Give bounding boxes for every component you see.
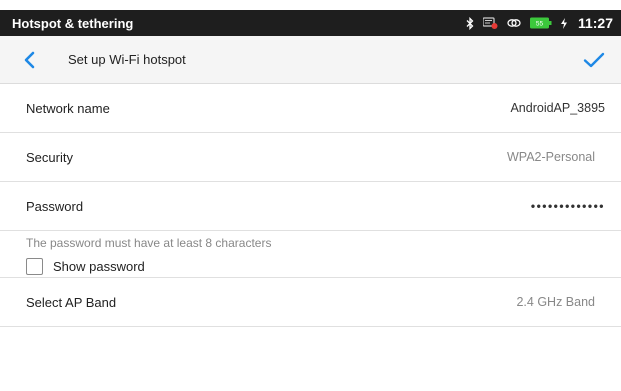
confirm-button[interactable] xyxy=(579,45,609,75)
signal-alert-icon xyxy=(482,17,498,29)
hotspot-icon xyxy=(507,17,521,29)
charging-icon xyxy=(560,17,567,29)
password-value: ••••••••••••• xyxy=(530,199,605,213)
status-bar-title: Hotspot & tethering xyxy=(12,15,134,31)
top-gap xyxy=(0,0,621,10)
security-value: WPA2-Personal xyxy=(507,150,595,164)
status-bar: Hotspot & tethering 55 11:27 xyxy=(0,10,621,36)
network-name-label: Network name xyxy=(26,100,110,116)
show-password-checkbox[interactable] xyxy=(26,258,43,275)
toolbar: Set up Wi-Fi hotspot xyxy=(0,36,621,84)
page-title: Set up Wi-Fi hotspot xyxy=(68,52,186,67)
network-name-row[interactable]: Network name AndroidAP_3895 xyxy=(0,84,621,133)
checkmark-icon xyxy=(583,52,605,67)
hotspot-setup-screen: Hotspot & tethering 55 11:27 Set up Wi-F… xyxy=(0,0,621,391)
ap-band-label: Select AP Band xyxy=(26,294,117,310)
status-icons: 55 11:27 xyxy=(466,15,613,31)
battery-icon: 55 xyxy=(529,17,552,29)
status-time: 11:27 xyxy=(577,15,613,31)
password-row[interactable]: Password ••••••••••••• xyxy=(0,182,621,231)
svg-text:55: 55 xyxy=(536,21,544,28)
password-label: Password xyxy=(26,198,84,214)
ap-band-value: 2.4 GHz Band xyxy=(516,295,595,309)
security-label: Security xyxy=(26,149,73,165)
show-password-option[interactable]: Show password xyxy=(26,258,621,275)
network-name-value: AndroidAP_3895 xyxy=(510,101,605,115)
back-arrow-icon xyxy=(24,51,35,68)
ap-band-row[interactable]: Select AP Band 2.4 GHz Band xyxy=(0,278,621,327)
password-options: The password must have at least 8 charac… xyxy=(0,231,621,278)
security-row[interactable]: Security WPA2-Personal xyxy=(0,133,621,182)
bluetooth-icon xyxy=(466,16,474,30)
password-hint: The password must have at least 8 charac… xyxy=(26,236,272,250)
back-button[interactable] xyxy=(22,45,48,75)
show-password-label: Show password xyxy=(53,259,145,274)
